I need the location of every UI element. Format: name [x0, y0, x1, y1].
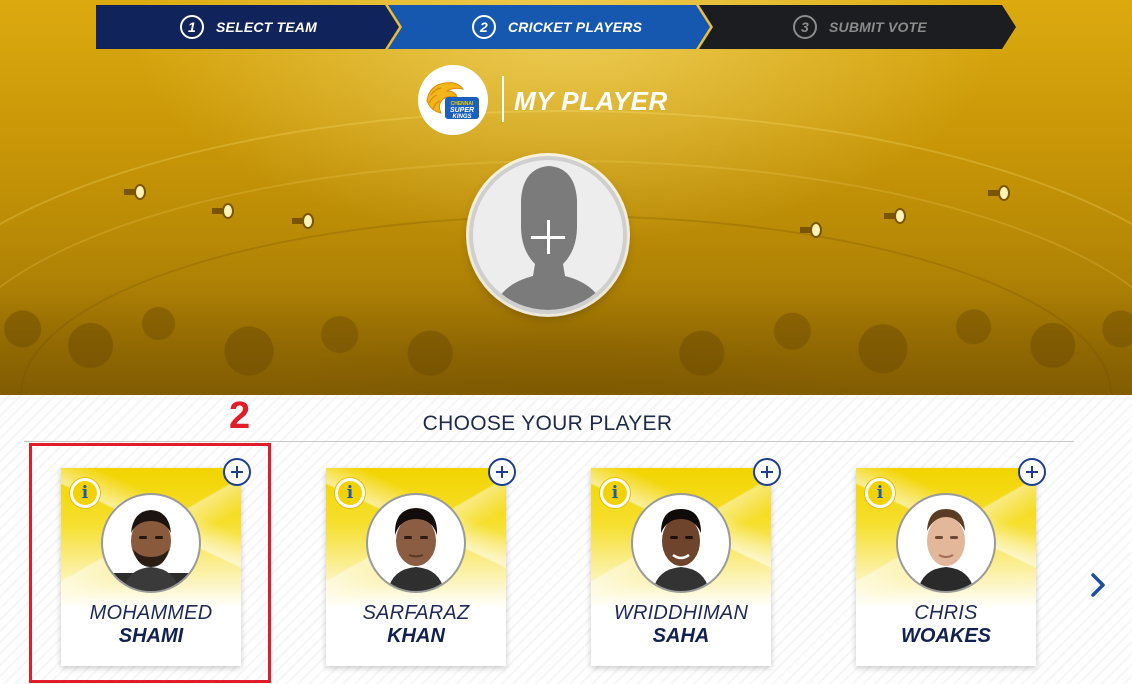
player-last-name: SAHA [652, 625, 710, 647]
section-title: CHOOSE YOUR PLAYER [422, 412, 673, 435]
player-card-khan[interactable]: i SARFARAZ KHAN [326, 468, 506, 666]
player-photo [366, 493, 466, 593]
logo-text-bottom: KINGS [452, 114, 471, 120]
player-card-saha[interactable]: i WRIDDHIMAN SAHA [591, 468, 771, 666]
plus-icon [547, 220, 550, 254]
player-photo [631, 493, 731, 593]
player-first-name: WRIDDHIMAN [613, 602, 749, 624]
player-photo [896, 493, 996, 593]
chevron-right-icon[interactable] [1086, 570, 1110, 600]
add-player-button[interactable] [488, 458, 516, 486]
step-select-team[interactable]: 1 SELECT TEAM [96, 5, 399, 49]
player-face [918, 509, 974, 591]
logo-text-mid: SUPER [450, 107, 474, 114]
step-label: CRICKET PLAYERS [508, 19, 643, 35]
step-submit-vote[interactable]: 3 SUBMIT VOTE [699, 5, 1016, 49]
player-card-woakes[interactable]: i CHRIS WOAKES [856, 468, 1036, 666]
selected-player-slot[interactable] [469, 156, 627, 314]
megaphone-icon [212, 203, 234, 219]
player-last-name: WOAKES [901, 625, 991, 647]
step-label: SUBMIT VOTE [829, 19, 927, 35]
step-number-badge: 1 [180, 15, 204, 39]
player-face [388, 508, 444, 591]
info-icon[interactable]: i [865, 478, 895, 508]
info-icon[interactable]: i [335, 478, 365, 508]
megaphone-icon [800, 222, 822, 238]
player-face [653, 509, 709, 591]
player-first-name: CHRIS [914, 602, 978, 624]
progress-stepper: 1 SELECT TEAM 2 CRICKET PLAYERS 3 SUBMIT… [96, 5, 1016, 49]
hero-banner: 1 SELECT TEAM 2 CRICKET PLAYERS 3 SUBMIT… [0, 0, 1132, 395]
team-logo: CHENNAI SUPER KINGS [418, 65, 488, 135]
player-last-name: KHAN [387, 625, 445, 647]
highlight-annotation-box [29, 443, 271, 683]
step-number-badge: 3 [793, 15, 817, 39]
lion-logo-icon: CHENNAI SUPER KINGS [426, 82, 479, 120]
add-player-button[interactable] [753, 458, 781, 486]
megaphone-icon [124, 184, 146, 200]
megaphone-icon [292, 213, 314, 229]
step-number-badge: 2 [472, 15, 496, 39]
section-divider [24, 441, 1074, 442]
megaphone-icon [884, 208, 906, 224]
choose-player-section: 2 CHOOSE YOUR PLAYER i MOHAMMED SHAMI i [0, 395, 1132, 684]
step-label: SELECT TEAM [216, 19, 317, 35]
player-first-name: SARFARAZ [362, 602, 470, 624]
info-icon[interactable]: i [600, 478, 630, 508]
add-player-button[interactable] [1018, 458, 1046, 486]
step-cricket-players[interactable]: 2 CRICKET PLAYERS [388, 5, 710, 49]
megaphone-icon [988, 185, 1010, 201]
title-divider [502, 76, 504, 122]
page-title: MY PLAYER [514, 86, 668, 116]
